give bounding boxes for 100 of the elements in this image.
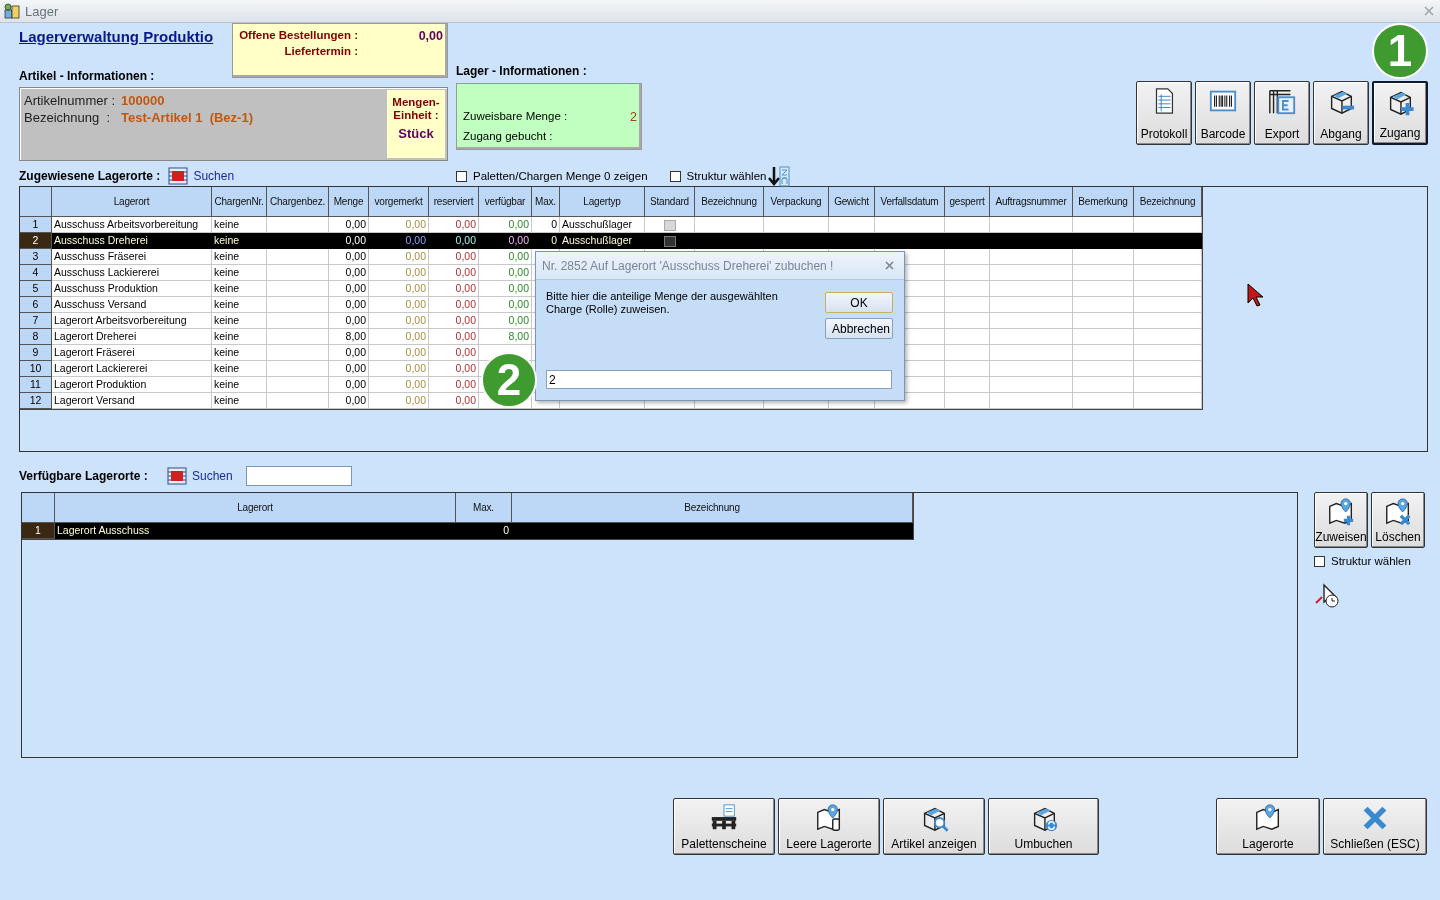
checkbox-option[interactable]: Paletten/Chargen Menge 0 zeigen	[456, 170, 648, 182]
checkbox-option[interactable]: Struktur wählen	[669, 170, 767, 182]
column-header[interactable]: Lagertyp	[560, 187, 645, 217]
toolbar-button[interactable]: Zuweisen	[1314, 492, 1368, 548]
table-cell: 0,00	[369, 297, 429, 313]
row-number[interactable]: 8	[20, 329, 52, 345]
toolbar-button[interactable]: Abgang	[1313, 81, 1369, 145]
table-cell: 0,00	[429, 377, 479, 393]
toolbar-button[interactable]: Umbuchen	[988, 798, 1099, 855]
toolbar-button[interactable]: Löschen	[1371, 492, 1425, 548]
column-header[interactable]: gesperrt	[945, 187, 990, 217]
column-header[interactable]: vorgemerkt	[369, 187, 429, 217]
checkbox[interactable]	[663, 235, 676, 247]
column-header[interactable]: Bezeichnung	[1134, 187, 1202, 217]
table-cell: keine	[212, 361, 267, 377]
column-header[interactable]: Lagerort	[55, 493, 456, 523]
row-number[interactable]: 9	[20, 345, 52, 361]
dialog-button[interactable]: OK	[825, 292, 893, 313]
column-header[interactable]: ChargenNr.	[212, 187, 267, 217]
column-header[interactable]: Max.	[532, 187, 560, 217]
toolbar-button[interactable]: Palettenscheine	[673, 798, 775, 855]
table-cell: 0,00	[369, 281, 429, 297]
field-value: 0,00	[417, 29, 443, 43]
table-cell: 0,00	[429, 361, 479, 377]
table-cell: 0,00	[329, 393, 369, 409]
toolbar-button[interactable]: Protokoll	[1136, 81, 1192, 145]
table-cell: 0,00	[479, 249, 532, 265]
table-cell: Ausschuss Lackiererei	[52, 265, 212, 281]
toolbar-button[interactable]: Zugang	[1372, 81, 1428, 145]
table-cell	[1073, 313, 1134, 329]
toolbar-button[interactable]: Barcode	[1195, 81, 1251, 145]
table-cell: 0,00	[369, 265, 429, 281]
toolbar-button[interactable]: Lagerorte	[1216, 798, 1320, 855]
table-cell: 0,00	[479, 233, 532, 249]
column-header[interactable]: Bemerkung	[1073, 187, 1134, 217]
cursor-click-icon	[1314, 581, 1342, 609]
column-header[interactable]: verfügbar	[479, 187, 532, 217]
table-cell: 0,00	[429, 345, 479, 361]
table-cell: keine	[212, 377, 267, 393]
row-number[interactable]: 1	[22, 523, 55, 539]
table-cell	[1134, 281, 1202, 297]
table-cell	[267, 377, 329, 393]
section-label: Zugewiesene Lagerorte :	[19, 169, 161, 183]
toolbar-button[interactable]: Leere Lagerorte	[778, 798, 880, 855]
table-cell	[1134, 297, 1202, 313]
row-number[interactable]: 6	[20, 297, 52, 313]
field-label: Bezeichnung :	[24, 110, 111, 125]
checkbox-option[interactable]: Struktur wählen	[1314, 555, 1425, 567]
row-number[interactable]: 7	[20, 313, 52, 329]
table-cell: Lagerort Lackiererei	[52, 361, 212, 377]
row-number[interactable]: 10	[20, 361, 52, 377]
search-link[interactable]: Suchen	[192, 469, 233, 483]
dialog-button[interactable]: Abbrechen	[825, 318, 893, 339]
field-label: Mengen-Einheit :	[391, 96, 441, 122]
window-title: Lager	[25, 3, 60, 19]
field-label: Zugang gebucht :	[463, 130, 554, 142]
row-number[interactable]: 11	[20, 377, 52, 393]
row-number[interactable]: 1	[20, 217, 52, 233]
toolbar-button[interactable]: Schließen (ESC)	[1323, 798, 1427, 855]
table-cell: Ausschuss Dreherei	[52, 233, 212, 249]
toolbar-button[interactable]: Export	[1254, 81, 1310, 145]
row-number[interactable]: 2	[20, 233, 52, 249]
cursor-icon	[1247, 283, 1263, 307]
header-corner	[22, 493, 55, 523]
table-cell	[267, 329, 329, 345]
table-cell	[1134, 233, 1202, 249]
table-cell: 0,00	[479, 281, 532, 297]
column-header[interactable]: Auftragsnummer	[990, 187, 1073, 217]
field-value: Stück	[398, 126, 434, 141]
row-number[interactable]: 3	[20, 249, 52, 265]
column-header[interactable]: Menge	[329, 187, 369, 217]
section-label: Lager - Informationen :	[456, 64, 587, 78]
column-header[interactable]: Max.	[456, 493, 512, 523]
table-cell	[1073, 281, 1134, 297]
column-header[interactable]: Chargenbez.	[267, 187, 329, 217]
table-cell: 0,00	[429, 297, 479, 313]
table-cell	[267, 345, 329, 361]
column-header[interactable]: reserviert	[429, 187, 479, 217]
table-cell	[945, 265, 990, 281]
toolbar-button[interactable]: Artikel anzeigen	[883, 798, 985, 855]
checkbox[interactable]	[663, 219, 676, 231]
column-header[interactable]: Verfallsdatum	[875, 187, 945, 217]
table-cell: 0,00	[429, 265, 479, 281]
column-header[interactable]: Lagerort	[52, 187, 212, 217]
table-cell: 0,00	[429, 313, 479, 329]
quantity-input[interactable]: 2	[546, 370, 892, 389]
search-field[interactable]	[245, 466, 352, 486]
search-link[interactable]: Suchen	[193, 169, 235, 183]
table-cell: Lagerort Versand	[52, 393, 212, 409]
column-header[interactable]: Bezeichnung	[512, 493, 913, 523]
column-header[interactable]: Gewicht	[829, 187, 875, 217]
row-number[interactable]: 5	[20, 281, 52, 297]
column-header[interactable]: Standard	[645, 187, 695, 217]
table-cell: Ausschuss Produktion	[52, 281, 212, 297]
row-number[interactable]: 4	[20, 265, 52, 281]
column-header[interactable]: Bezeichnung	[695, 187, 764, 217]
table-cell: 0,00	[369, 249, 429, 265]
field-label: Offene Bestellungen :	[238, 29, 358, 43]
column-header[interactable]: Verpackung	[764, 187, 829, 217]
row-number[interactable]: 12	[20, 393, 52, 409]
